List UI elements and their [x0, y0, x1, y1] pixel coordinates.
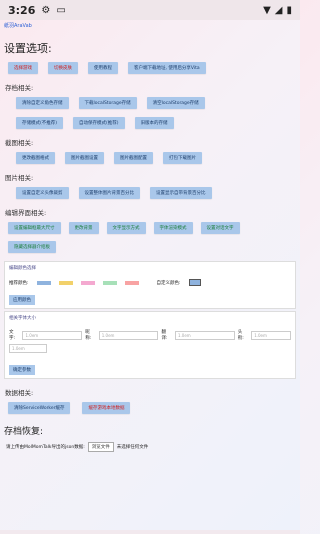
- storage-button[interactable]: 清空localStorage存储: [146, 97, 205, 109]
- navigation-bar: [0, 530, 300, 534]
- image-button[interactable]: 设置显示自带背景百分比: [150, 187, 212, 199]
- editor-title: 编辑界面相关:: [5, 209, 47, 217]
- storage-button[interactable]: 下载localStorage存储: [78, 97, 137, 109]
- color-swatch[interactable]: [36, 280, 51, 285]
- tutorial-button[interactable]: 使用教程: [88, 62, 118, 74]
- editor-button[interactable]: 隐藏选择器介绍板: [8, 241, 56, 253]
- font-panel-title: 相关字体大小: [9, 316, 36, 321]
- storage-button[interactable]: 存储模式(不推荐): [16, 117, 64, 129]
- custom-color-picker[interactable]: [188, 279, 201, 286]
- wifi-icon: ▼: [263, 4, 271, 16]
- client-download-button[interactable]: 客户端下载地址, 使用后分享Vita: [128, 62, 206, 74]
- restore-label: 请上传由MolMomTalk导出的json数据:: [6, 445, 85, 450]
- color-panel: 编辑颜色选择 推荐颜色: 自定义颜色: 应用颜色: [4, 261, 296, 309]
- color-swatch[interactable]: [58, 280, 73, 285]
- color-swatch[interactable]: [102, 280, 117, 285]
- storage-button[interactable]: 自动保存模式(推荐): [73, 117, 125, 129]
- font-input[interactable]: 1.0em: [98, 330, 159, 340]
- font-panel: 相关字体大小 文字: 1.0em 昵称: 1.0em 翻译: 1.0em 头衔:…: [4, 311, 296, 379]
- font-input[interactable]: 1.0em: [251, 330, 292, 340]
- clear-cache-button[interactable]: 清除ServiceWorker缓存: [8, 402, 71, 414]
- image-button[interactable]: 设置自定义头像裁剪: [16, 187, 69, 199]
- font-input[interactable]: 1.0em: [174, 330, 235, 340]
- editor-button[interactable]: 设置编辑框最大尺寸: [8, 222, 61, 234]
- screenshot-button[interactable]: 打包下载图片: [163, 152, 202, 164]
- apply-color-button[interactable]: 应用颜色: [9, 295, 35, 305]
- restore-title: 存档恢复:: [4, 427, 44, 437]
- image-title: 图片相关:: [5, 174, 34, 182]
- custom-color-label: 自定义颜色:: [156, 280, 181, 286]
- color-swatch[interactable]: [124, 280, 139, 285]
- storage-title: 存档相关:: [5, 84, 34, 92]
- font-label: 昵称:: [85, 330, 92, 341]
- time: 3:26: [8, 3, 36, 17]
- editor-button[interactable]: 文字显示方式: [106, 222, 146, 234]
- status-bar: 3:26 ⚙ ▭ ▼ ◢ ▮: [0, 0, 300, 20]
- signal-icon: ◢: [274, 4, 283, 16]
- cache-data-button[interactable]: 缓存游戏本地数据: [82, 402, 131, 414]
- battery-icon: ▮: [286, 4, 292, 16]
- switch-skin-button[interactable]: 切换皮肤: [48, 62, 78, 74]
- notification-icon: ▭: [56, 4, 66, 16]
- app-title: 紙羽AraVab: [4, 23, 32, 29]
- file-browse-button[interactable]: 浏览文件: [87, 442, 114, 452]
- editor-button[interactable]: 更改背景: [68, 222, 99, 234]
- settings-title: 设置选项:: [4, 42, 52, 55]
- font-label: 头衔:: [237, 330, 244, 341]
- screenshot-title: 截图相关:: [5, 139, 34, 147]
- editor-button[interactable]: 字体渲染模式: [153, 222, 193, 234]
- image-button[interactable]: 设置整体图片背景百分比: [78, 187, 140, 199]
- settings-icon: ⚙: [41, 4, 51, 16]
- editor-button[interactable]: 设置对话文字: [200, 222, 240, 234]
- apply-font-button[interactable]: 确定参数: [9, 365, 35, 375]
- color-panel-title: 编辑颜色选择: [9, 266, 36, 271]
- screenshot-button[interactable]: 图片截图配置: [114, 152, 153, 164]
- font-input[interactable]: 1.0em: [22, 330, 83, 340]
- font-input[interactable]: 1.0em: [9, 344, 47, 353]
- data-title: 数据相关:: [5, 389, 34, 397]
- storage-button[interactable]: 清除自定义角色存储: [16, 97, 69, 109]
- storage-button[interactable]: 旧版本的存储: [134, 117, 174, 129]
- screenshot-button[interactable]: 更改截图格式: [16, 152, 55, 164]
- screenshot-button[interactable]: 图片截图设置: [65, 152, 104, 164]
- select-game-button[interactable]: 选择游戏: [8, 62, 38, 74]
- color-swatch[interactable]: [80, 280, 95, 285]
- font-label: 文字:: [9, 330, 16, 341]
- font-label: 翻译:: [161, 330, 168, 341]
- file-status: 未选择任何文件: [116, 445, 149, 450]
- recommended-color-label: 推荐颜色:: [9, 280, 29, 286]
